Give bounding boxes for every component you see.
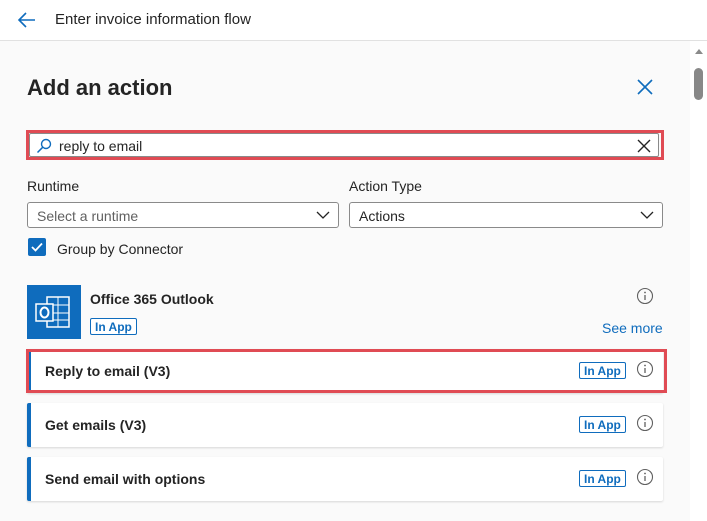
top-bar: Enter invoice information flow <box>0 0 707 41</box>
runtime-label: Runtime <box>27 178 80 194</box>
chevron-down-icon <box>640 211 654 219</box>
panel-title: Add an action <box>27 75 173 100</box>
in-app-badge: In App <box>579 362 626 379</box>
action-type-label: Action Type <box>349 178 422 194</box>
runtime-dropdown-value: Select a runtime <box>37 208 139 224</box>
action-label: Send email with options <box>45 471 206 487</box>
info-icon[interactable] <box>636 287 654 305</box>
clear-search-icon[interactable] <box>636 138 652 154</box>
info-icon[interactable] <box>636 468 654 486</box>
connector-name: Office 365 Outlook <box>90 291 214 307</box>
info-icon[interactable] <box>636 414 654 432</box>
flow-title: Enter invoice information flow <box>55 11 251 28</box>
group-by-connector-label: Group by Connector <box>57 241 184 257</box>
back-arrow-icon[interactable] <box>16 9 38 31</box>
chevron-down-icon <box>316 211 330 219</box>
info-icon[interactable] <box>636 360 654 378</box>
in-app-badge: In App <box>579 416 626 433</box>
scrollbar[interactable] <box>690 41 707 521</box>
see-more-link[interactable]: See more <box>602 320 663 336</box>
action-label: Reply to email (V3) <box>45 363 171 379</box>
add-action-panel <box>0 41 690 521</box>
action-type-dropdown[interactable]: Actions <box>349 202 663 228</box>
search-icon <box>36 138 52 154</box>
search-input-value[interactable]: reply to email <box>59 138 142 154</box>
group-by-connector-checkbox[interactable] <box>28 238 46 256</box>
close-icon[interactable] <box>636 78 654 96</box>
in-app-badge: In App <box>90 318 137 335</box>
in-app-badge: In App <box>579 470 626 487</box>
action-item-reply-to-email[interactable]: Reply to email (V3) <box>27 349 663 393</box>
action-item-send-email-with-options[interactable]: Send email with options <box>27 457 663 501</box>
action-label: Get emails (V3) <box>45 417 147 433</box>
action-type-dropdown-value: Actions <box>359 208 405 224</box>
action-item-get-emails[interactable]: Get emails (V3) <box>27 403 663 447</box>
scrollbar-thumb[interactable] <box>694 68 703 100</box>
scroll-up-arrow[interactable] <box>695 49 703 54</box>
checkmark-icon <box>31 242 43 252</box>
runtime-dropdown[interactable]: Select a runtime <box>27 202 339 228</box>
outlook-logo-icon <box>27 285 81 339</box>
